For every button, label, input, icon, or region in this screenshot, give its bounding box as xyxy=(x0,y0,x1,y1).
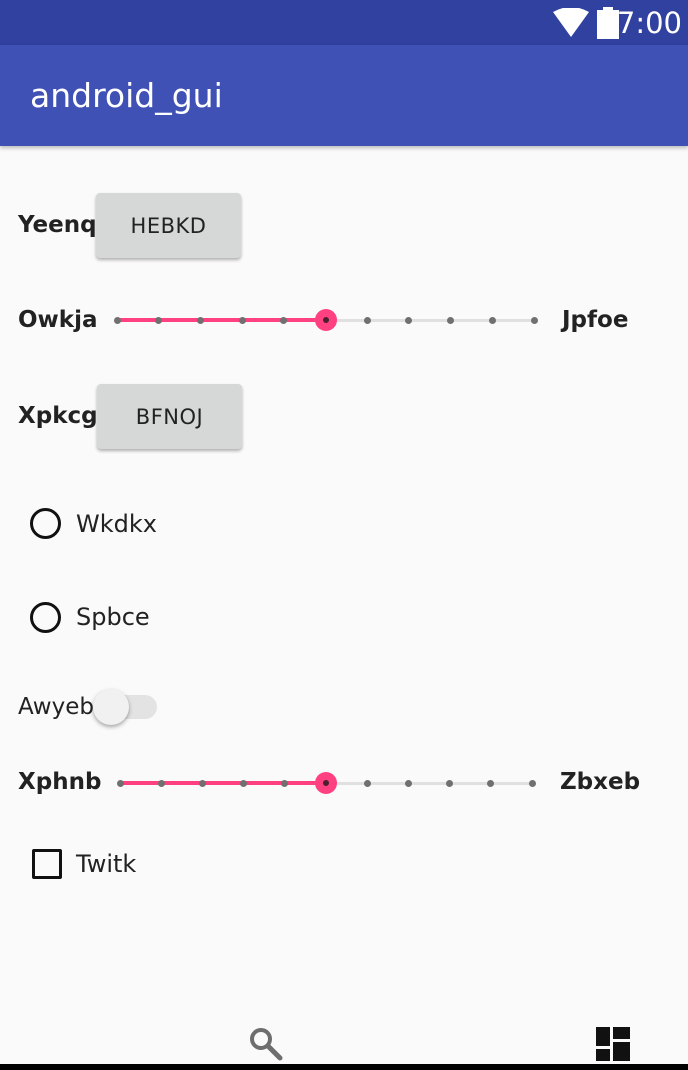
hebkd-button[interactable]: HEBKD xyxy=(96,193,241,258)
slider-thumb[interactable] xyxy=(315,772,337,794)
slider-tick xyxy=(363,780,371,787)
slider-tick xyxy=(116,780,124,787)
slider-tick xyxy=(446,780,454,787)
row2-label: Xpkcg xyxy=(18,403,98,429)
bfnoj-button[interactable]: BFNOJ xyxy=(97,384,242,449)
slider-tick xyxy=(530,317,538,324)
status-time: 7:00 xyxy=(616,6,682,40)
slider-tick xyxy=(198,780,206,787)
switch-thumb[interactable] xyxy=(93,689,129,725)
slider2-right-label: Zbxeb xyxy=(560,769,641,795)
dashboard-icon[interactable] xyxy=(596,1027,630,1061)
radio-wkdkx-label[interactable]: Wkdkx xyxy=(76,509,157,539)
slider-tick xyxy=(487,780,495,787)
app-title: android_gui xyxy=(30,76,223,115)
slider-tick xyxy=(528,780,536,787)
slider-tick xyxy=(404,780,412,787)
slider-tick xyxy=(280,317,288,324)
checkbox-twitk-label[interactable]: Twitk xyxy=(76,849,136,879)
search-icon[interactable] xyxy=(248,1026,284,1062)
status-bar: 7:00 xyxy=(0,0,688,45)
slider-xphnb[interactable] xyxy=(116,768,536,798)
slider-tick xyxy=(405,317,413,324)
slider-fill xyxy=(120,781,326,785)
slider-tick xyxy=(113,317,121,324)
slider2-left-label: Xphnb xyxy=(18,769,102,795)
wifi-icon xyxy=(553,8,589,37)
slider-tick xyxy=(157,780,165,787)
slider-tick xyxy=(363,317,371,324)
app-bar: android_gui xyxy=(0,45,688,146)
navigation-bar-edge xyxy=(0,1064,688,1070)
slider-tick xyxy=(488,317,496,324)
radio-spbce[interactable] xyxy=(30,602,61,633)
slider1-left-label: Owkja xyxy=(18,307,98,333)
slider-tick xyxy=(447,317,455,324)
slider-thumb[interactable] xyxy=(314,309,337,331)
slider-tick xyxy=(240,780,248,787)
slider-tick xyxy=(281,780,289,787)
checkbox-twitk[interactable] xyxy=(32,849,62,879)
slider-owkja[interactable] xyxy=(113,305,538,335)
switch-label: Awyeb xyxy=(18,694,94,720)
slider-tick xyxy=(155,317,163,324)
slider-tick xyxy=(238,317,246,324)
radio-wkdkx[interactable] xyxy=(30,508,61,539)
radio-spbce-label[interactable]: Spbce xyxy=(76,602,150,632)
slider1-right-label: Jpfoe xyxy=(562,307,629,333)
slider-fill xyxy=(117,318,326,322)
row1-label: Yeenq xyxy=(18,212,97,238)
slider-tick xyxy=(196,317,204,324)
battery-icon xyxy=(597,7,619,39)
